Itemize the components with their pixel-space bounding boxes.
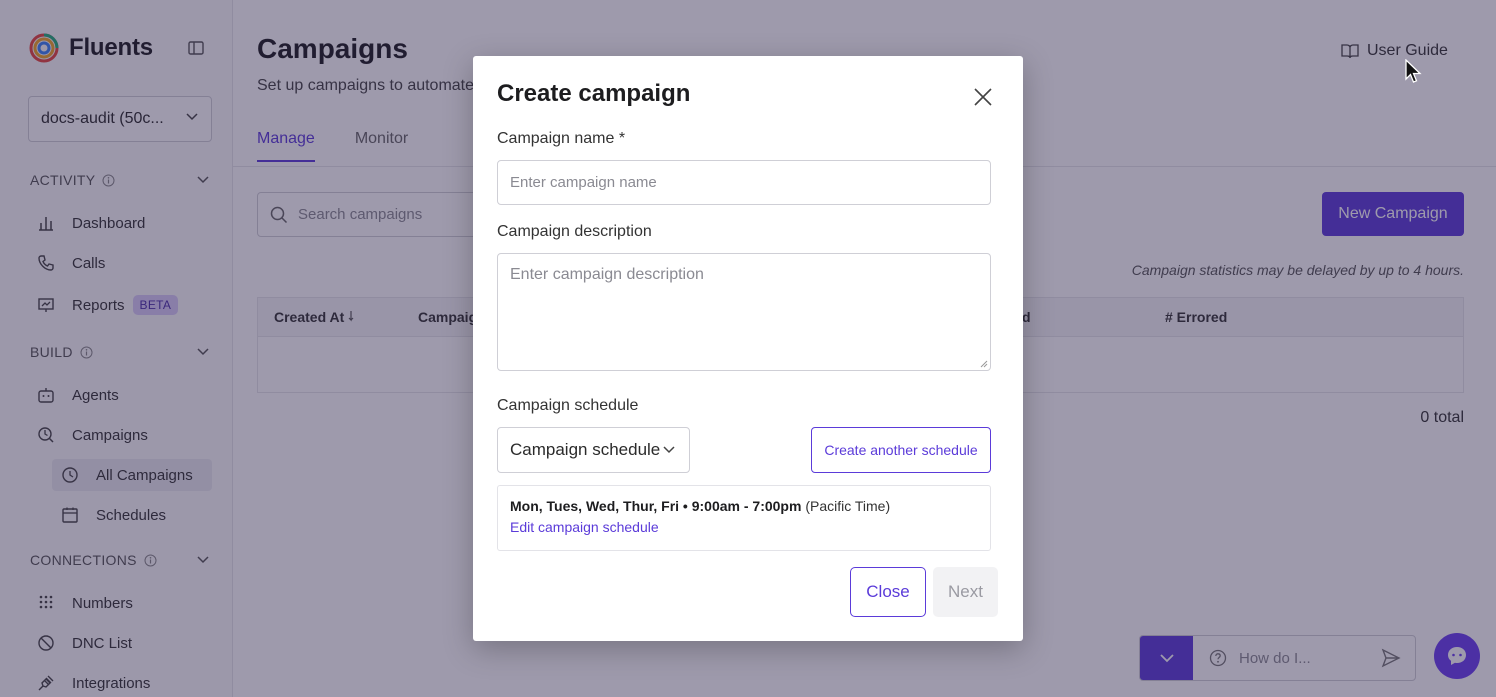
campaign-description-label: Campaign description [497,223,652,240]
campaign-name-label: Campaign name * [497,130,626,147]
schedule-days-time: Mon, Tues, Wed, Thur, Fri • 9:00am - 7:0… [510,498,802,514]
campaign-name-input[interactable]: Enter campaign name [497,160,991,205]
schedule-summary: Mon, Tues, Wed, Thur, Fri • 9:00am - 7:0… [497,485,991,551]
campaign-description-input[interactable]: Enter campaign description [497,253,991,371]
campaign-schedule-select-value: Campaign schedule [510,440,661,459]
campaign-schedule-select[interactable]: Campaign schedule [497,427,690,473]
campaign-schedule-label: Campaign schedule [497,397,639,414]
campaign-name-placeholder: Enter campaign name [510,174,657,191]
chevron-down-icon [663,446,675,454]
create-another-schedule-button[interactable]: Create another schedule [811,427,991,473]
edit-campaign-schedule-link[interactable]: Edit campaign schedule [510,519,978,535]
resize-handle-icon[interactable] [980,360,988,368]
next-button[interactable]: Next [933,567,998,617]
create-campaign-modal: Create campaign Campaign name * Enter ca… [473,56,1023,641]
campaign-description-placeholder: Enter campaign description [510,266,704,283]
schedule-timezone: (Pacific Time) [805,498,891,514]
close-icon[interactable] [973,87,993,107]
modal-title: Create campaign [497,80,691,107]
mouse-cursor-icon [1405,59,1422,83]
close-button[interactable]: Close [850,567,926,617]
schedule-summary-line: Mon, Tues, Wed, Thur, Fri • 9:00am - 7:0… [510,498,978,514]
